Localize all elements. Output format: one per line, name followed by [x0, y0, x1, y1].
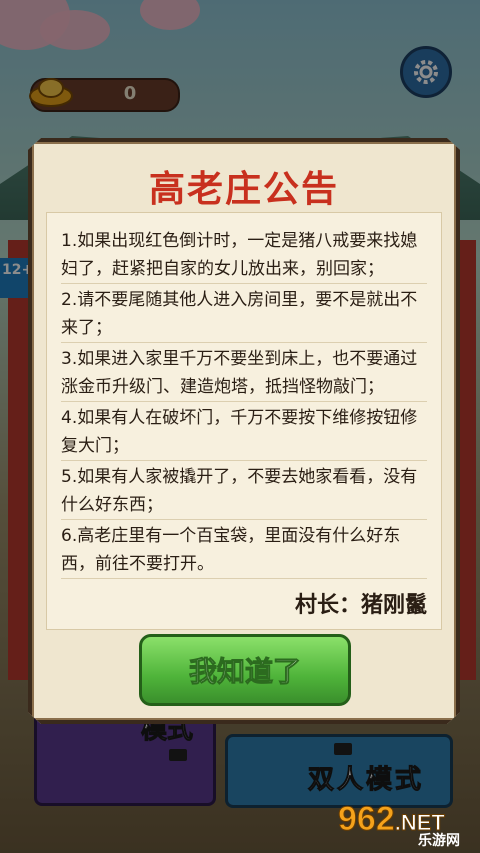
notice-item: 4.如果有人在破坏门，千万不要按下维修按钮修复大门； [61, 404, 427, 461]
notice-item: 2.请不要尾随其他人进入房间里，要不是就出不来了； [61, 286, 427, 343]
watermark-cn: 乐游网 [418, 833, 460, 849]
signature: 村长：猪刚鬣 [294, 593, 427, 618]
notice-dialog: 高老庄公告 1.如果出现红色倒计时，一定是猪八戒要来找媳妇了，赶紧把自家的女儿放… [28, 138, 460, 724]
site-watermark: 962.NET 乐游网 [338, 800, 474, 850]
notice-item: 1.如果出现红色倒计时，一定是猪八戒要来找媳妇了，赶紧把自家的女儿放出来，别回家… [61, 227, 427, 284]
notice-item: 3.如果进入家里千万不要坐到床上，也不要通过涨金币升级门、建造炮塔，抵挡怪物敲门… [61, 345, 427, 402]
acknowledge-label: 我知道了 [188, 655, 301, 689]
acknowledge-button[interactable]: 我知道了 [139, 634, 351, 706]
notice-list: 1.如果出现红色倒计时，一定是猪八戒要来找媳妇了，赶紧把自家的女儿放出来，别回家… [47, 213, 441, 579]
dialog-title: 高老庄公告 [148, 168, 339, 210]
notice-item: 5.如果有人家被撬开了，不要去她家看看，没有什么好东西； [61, 463, 427, 520]
notice-body: 1.如果出现红色倒计时，一定是猪八戒要来找媳妇了，赶紧把自家的女儿放出来，别回家… [46, 212, 442, 630]
notice-item: 6.高老庄里有一个百宝袋，里面没有什么好东西，前往不要打开。 [61, 522, 427, 579]
